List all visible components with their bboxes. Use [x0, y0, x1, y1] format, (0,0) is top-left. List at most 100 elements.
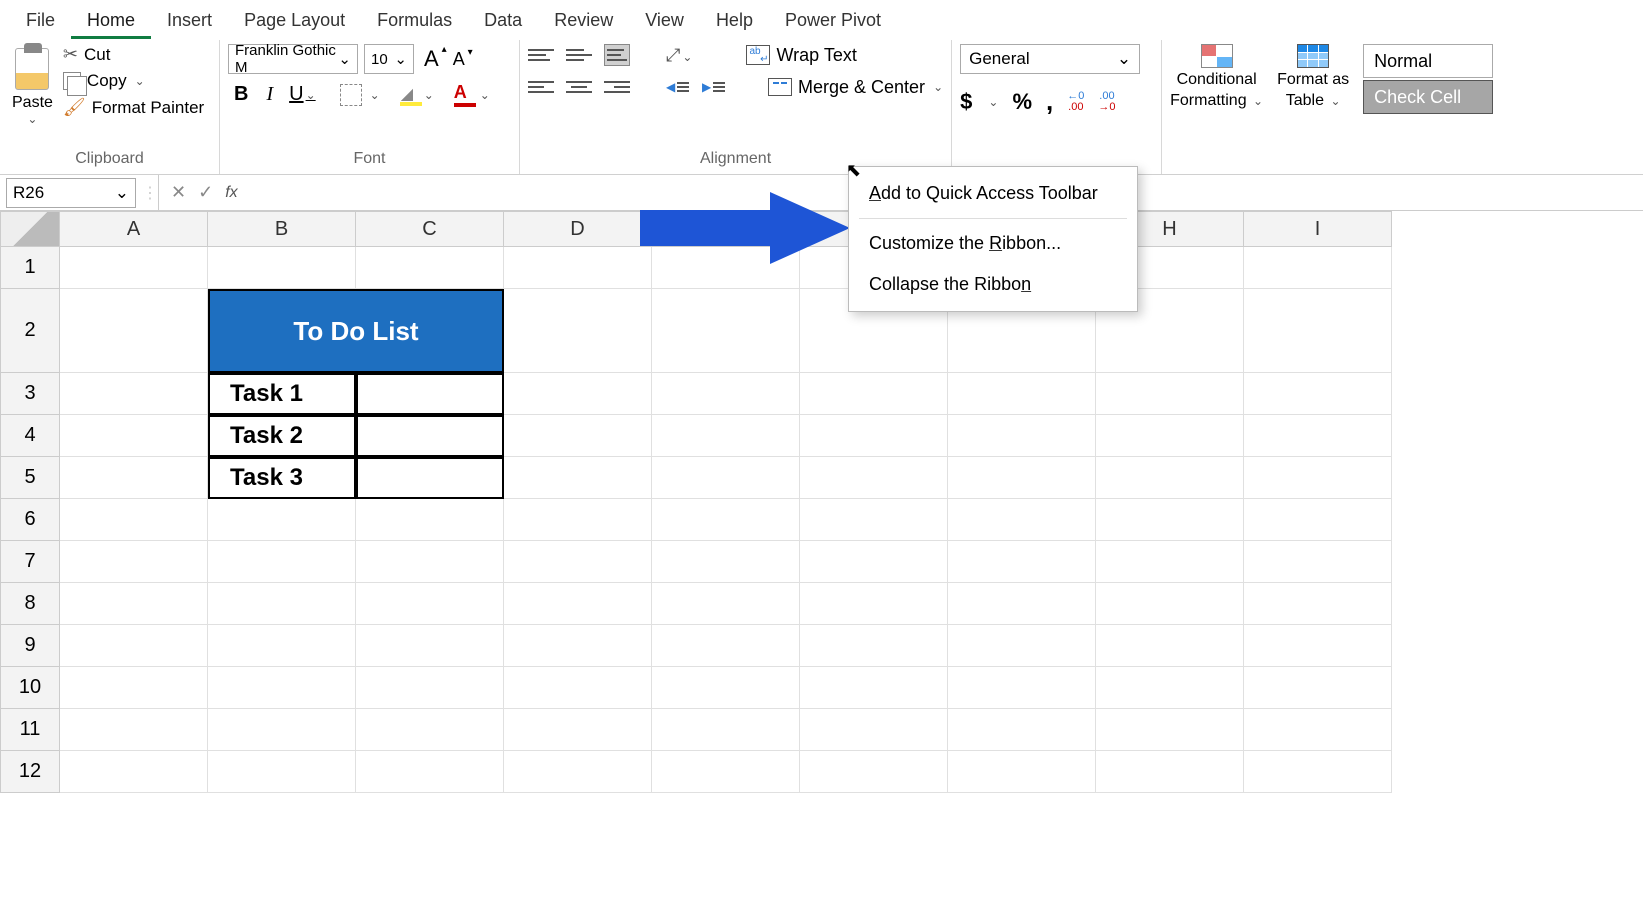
percent-format-button[interactable]: % — [1012, 89, 1032, 115]
cell-B6[interactable] — [208, 499, 356, 541]
format-as-table-button[interactable]: Format as Table ⌄ — [1277, 44, 1349, 110]
cell-B7[interactable] — [208, 541, 356, 583]
decrease-decimal-button[interactable]: .00→0 — [1098, 91, 1115, 113]
cell-E11[interactable] — [652, 709, 800, 751]
cell-D4[interactable] — [504, 415, 652, 457]
fill-color-button[interactable]: ⌄ — [400, 84, 434, 106]
cell-E6[interactable] — [652, 499, 800, 541]
tab-view[interactable]: View — [629, 2, 700, 39]
cell-task-status-1[interactable] — [356, 373, 504, 415]
cell-D1[interactable] — [504, 247, 652, 289]
col-header-a[interactable]: A — [60, 211, 208, 247]
cell-C1[interactable] — [356, 247, 504, 289]
row-header-6[interactable]: 6 — [0, 499, 60, 541]
cell-H8[interactable] — [1096, 583, 1244, 625]
cell-I4[interactable] — [1244, 415, 1392, 457]
cell-H11[interactable] — [1096, 709, 1244, 751]
cell-style-check-cell[interactable]: Check Cell — [1363, 80, 1493, 114]
cell-G6[interactable] — [948, 499, 1096, 541]
tab-page-layout[interactable]: Page Layout — [228, 2, 361, 39]
number-format-select[interactable]: General ⌄ — [960, 44, 1140, 74]
fx-icon[interactable]: fx — [225, 184, 237, 202]
conditional-formatting-button[interactable]: Conditional Formatting ⌄ — [1170, 44, 1263, 110]
row-header-3[interactable]: 3 — [0, 373, 60, 415]
cell-F9[interactable] — [800, 625, 948, 667]
cell-D6[interactable] — [504, 499, 652, 541]
tab-review[interactable]: Review — [538, 2, 629, 39]
cell-style-normal[interactable]: Normal — [1363, 44, 1493, 78]
menu-add-to-qat[interactable]: Add to Quick Access Toolbar — [849, 173, 1137, 214]
cell-A8[interactable] — [60, 583, 208, 625]
cell-F5[interactable] — [800, 457, 948, 499]
cell-C11[interactable] — [356, 709, 504, 751]
tab-file[interactable]: File — [10, 2, 71, 39]
cell-F10[interactable] — [800, 667, 948, 709]
row-header-10[interactable]: 10 — [0, 667, 60, 709]
comma-format-button[interactable]: , — [1046, 86, 1053, 117]
bold-button[interactable]: B — [228, 83, 254, 106]
cell-I9[interactable] — [1244, 625, 1392, 667]
cell-F11[interactable] — [800, 709, 948, 751]
format-painter-button[interactable]: 🖌 Format Painter — [63, 97, 204, 118]
cell-A5[interactable] — [60, 457, 208, 499]
enter-formula-button[interactable]: ✓ — [198, 182, 213, 203]
cell-A7[interactable] — [60, 541, 208, 583]
border-dropdown-icon[interactable]: ⌄ — [370, 88, 380, 102]
cell-B9[interactable] — [208, 625, 356, 667]
cell-I6[interactable] — [1244, 499, 1392, 541]
cell-G3[interactable] — [948, 373, 1096, 415]
cancel-formula-button[interactable]: ✕ — [171, 182, 186, 203]
cell-D10[interactable] — [504, 667, 652, 709]
cell-B11[interactable] — [208, 709, 356, 751]
cell-todo-header[interactable]: To Do List — [208, 289, 504, 373]
cell-D11[interactable] — [504, 709, 652, 751]
accounting-format-button[interactable]: $ — [960, 89, 972, 115]
cell-D2[interactable] — [504, 289, 652, 373]
col-header-d[interactable]: D — [504, 211, 652, 247]
cell-E7[interactable] — [652, 541, 800, 583]
cell-G5[interactable] — [948, 457, 1096, 499]
cell-E8[interactable] — [652, 583, 800, 625]
cell-B10[interactable] — [208, 667, 356, 709]
cell-F4[interactable] — [800, 415, 948, 457]
cell-A6[interactable] — [60, 499, 208, 541]
cell-I1[interactable] — [1244, 247, 1392, 289]
cell-H4[interactable] — [1096, 415, 1244, 457]
chevron-down-icon[interactable]: ⌄ — [988, 95, 998, 109]
cell-A12[interactable] — [60, 751, 208, 793]
cell-B8[interactable] — [208, 583, 356, 625]
align-left-button[interactable] — [528, 76, 554, 98]
cell-A9[interactable] — [60, 625, 208, 667]
paste-button[interactable]: Paste ⌄ — [8, 44, 57, 130]
col-header-c[interactable]: C — [356, 211, 504, 247]
font-name-select[interactable]: Franklin Gothic M ⌄ — [228, 44, 358, 74]
cell-E10[interactable] — [652, 667, 800, 709]
cell-E12[interactable] — [652, 751, 800, 793]
cell-H9[interactable] — [1096, 625, 1244, 667]
cell-D3[interactable] — [504, 373, 652, 415]
cell-C7[interactable] — [356, 541, 504, 583]
cell-F6[interactable] — [800, 499, 948, 541]
cell-C9[interactable] — [356, 625, 504, 667]
cell-G12[interactable] — [948, 751, 1096, 793]
tab-formulas[interactable]: Formulas — [361, 2, 468, 39]
cell-G8[interactable] — [948, 583, 1096, 625]
font-color-button[interactable]: A ⌄ — [454, 82, 490, 107]
cell-D9[interactable] — [504, 625, 652, 667]
align-bottom-button[interactable] — [604, 44, 630, 66]
cell-task-1[interactable]: Task 1 — [208, 373, 356, 415]
cell-E3[interactable] — [652, 373, 800, 415]
cell-I12[interactable] — [1244, 751, 1392, 793]
shrink-font-button[interactable]: A▾ — [449, 49, 469, 70]
row-header-5[interactable]: 5 — [0, 457, 60, 499]
cell-I8[interactable] — [1244, 583, 1392, 625]
cell-I7[interactable] — [1244, 541, 1392, 583]
merge-center-button[interactable]: Merge & Center ⌄ — [768, 77, 943, 98]
increase-decimal-button[interactable]: ←0.00 — [1067, 91, 1084, 113]
wrap-text-button[interactable]: Wrap Text — [746, 45, 856, 66]
cell-I5[interactable] — [1244, 457, 1392, 499]
copy-button[interactable]: Copy ⌄ — [63, 71, 204, 91]
cell-D8[interactable] — [504, 583, 652, 625]
tab-power-pivot[interactable]: Power Pivot — [769, 2, 897, 39]
name-box[interactable]: R26 ⌄ — [6, 178, 136, 208]
